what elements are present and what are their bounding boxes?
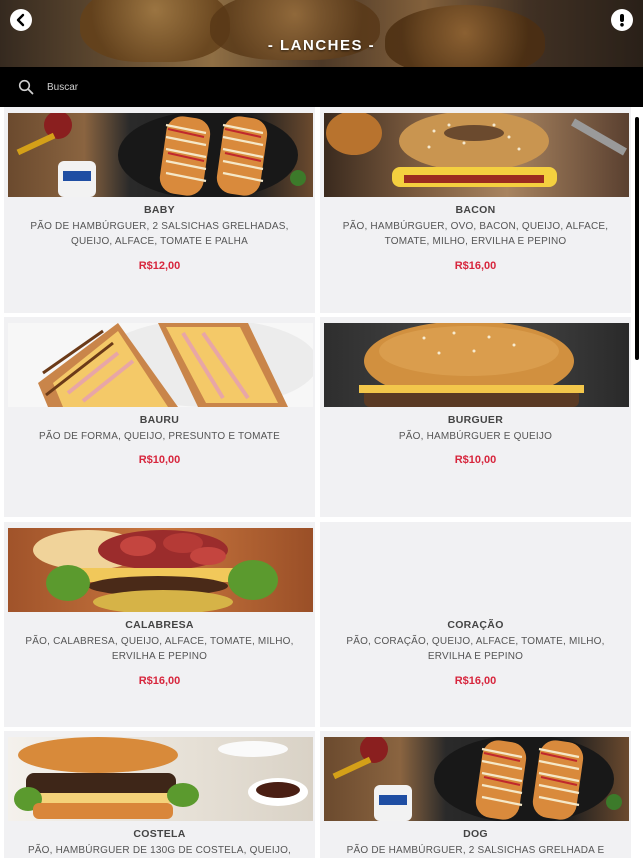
product-image: [324, 737, 629, 821]
page-title: - LANCHES -: [267, 37, 376, 54]
product-card[interactable]: BURGUER PÃO, HAMBÚRGUER E QUEIJO R$10,00: [320, 317, 631, 517]
product-image: [8, 113, 313, 197]
product-description: PÃO, HAMBÚRGUER E QUEIJO: [398, 431, 553, 442]
info-button[interactable]: [611, 9, 633, 31]
search-bar: [0, 67, 643, 107]
product-price: R$16,00: [454, 260, 497, 272]
product-description: PÃO, CALABRESA, QUEIJO, ALFACE, TOMATE, …: [25, 636, 294, 662]
product-name: DOG: [463, 828, 488, 840]
product-grid: BABY PÃO DE HAMBÚRGUER, 2 SALSICHAS GREL…: [0, 107, 632, 858]
product-card[interactable]: BABY PÃO DE HAMBÚRGUER, 2 SALSICHAS GREL…: [4, 107, 315, 313]
product-name: BABY: [144, 204, 175, 216]
product-name: CORAÇÃO: [447, 619, 504, 631]
back-button[interactable]: [10, 9, 32, 31]
product-card[interactable]: DOG PÃO DE HAMBÚRGUER, 2 SALSICHAS GRELH…: [320, 731, 631, 858]
header-banner: - LANCHES -: [0, 0, 643, 67]
product-price: R$12,00: [138, 260, 181, 272]
product-description: PÃO, HAMBÚRGUER DE 130G DE COSTELA, QUEI…: [27, 845, 292, 856]
product-price: R$10,00: [454, 454, 497, 466]
search-icon: [18, 79, 34, 95]
product-price: R$16,00: [454, 675, 497, 687]
product-card[interactable]: CALABRESA PÃO, CALABRESA, QUEIJO, ALFACE…: [4, 522, 315, 727]
scrollbar-thumb[interactable]: [635, 117, 639, 360]
scrollbar[interactable]: [632, 107, 643, 858]
product-description: PÃO DE FORMA, QUEIJO, PRESUNTO E TOMATE: [39, 431, 280, 442]
product-description: PÃO, CORAÇÃO, QUEIJO, ALFACE, TOMATE, MI…: [346, 636, 605, 662]
search-input[interactable]: [47, 81, 607, 93]
chevron-left-icon: [16, 13, 25, 27]
product-image: [8, 737, 313, 821]
product-description: PÃO DE HAMBÚRGUER, 2 SALSICHAS GRELHADAS…: [30, 221, 289, 247]
product-description: PÃO, HAMBÚRGUER, OVO, BACON, QUEIJO, ALF…: [342, 221, 609, 247]
product-image: [8, 323, 313, 407]
product-name: COSTELA: [133, 828, 186, 840]
product-card[interactable]: CORAÇÃO PÃO, CORAÇÃO, QUEIJO, ALFACE, TO…: [320, 522, 631, 727]
exclamation-icon: [620, 14, 624, 27]
product-name: BURGUER: [447, 414, 504, 426]
product-name: BAURU: [139, 414, 180, 426]
product-card[interactable]: COSTELA PÃO, HAMBÚRGUER DE 130G DE COSTE…: [4, 731, 315, 858]
product-name: CALABRESA: [125, 619, 194, 631]
product-name: BACON: [455, 204, 496, 216]
product-description: PÃO DE HAMBÚRGUER, 2 SALSICHAS GRELHADA …: [346, 845, 605, 856]
product-price: R$10,00: [138, 454, 181, 466]
product-image: [324, 323, 629, 407]
product-card[interactable]: BAURU PÃO DE FORMA, QUEIJO, PRESUNTO E T…: [4, 317, 315, 517]
product-card[interactable]: BACON PÃO, HAMBÚRGUER, OVO, BACON, QUEIJ…: [320, 107, 631, 313]
product-image: [8, 528, 313, 612]
product-image: [324, 113, 629, 197]
product-price: R$16,00: [138, 675, 181, 687]
